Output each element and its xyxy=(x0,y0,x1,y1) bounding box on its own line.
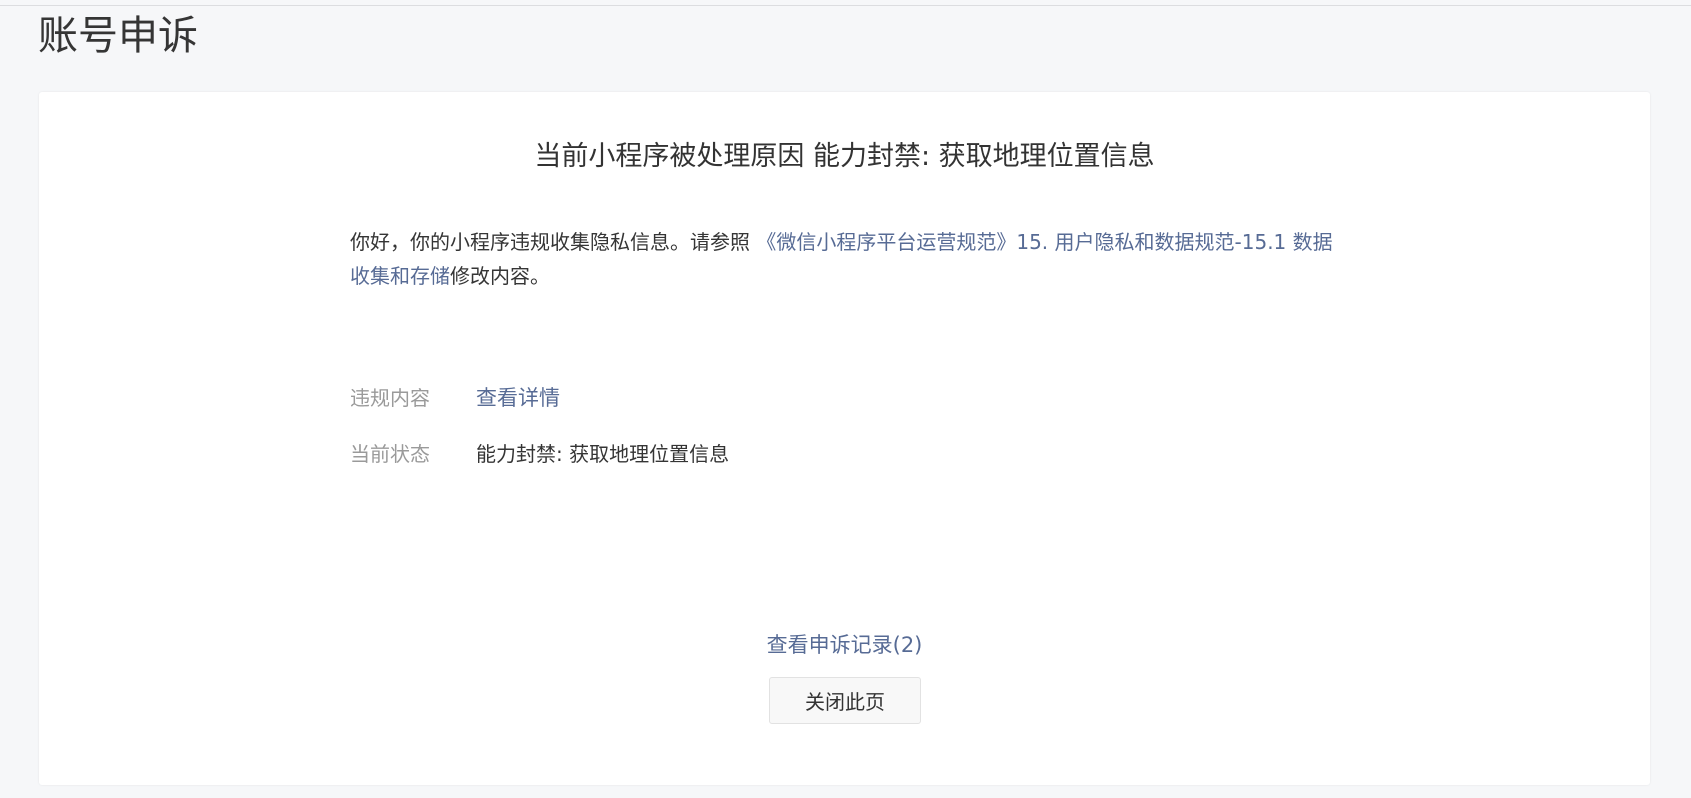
close-page-button[interactable]: 关闭此页 xyxy=(769,677,921,724)
violation-label: 违规内容 xyxy=(350,386,430,410)
view-details-link[interactable]: 查看详情 xyxy=(476,386,560,410)
status-row: 当前状态 能力封禁: 获取地理位置信息 xyxy=(350,439,729,469)
reason-title: 当前小程序被处理原因 能力封禁: 获取地理位置信息 xyxy=(534,141,1155,172)
notice-suffix: 修改内容。 xyxy=(450,264,550,288)
notice-text: 你好，你的小程序违规收集隐私信息。请参照 《微信小程序平台运营规范》15. 用户… xyxy=(350,225,1340,293)
status-label: 当前状态 xyxy=(350,442,430,466)
status-value: 能力封禁: 获取地理位置信息 xyxy=(476,442,730,466)
appeal-history-link[interactable]: 查看申诉记录(2) xyxy=(767,633,923,657)
appeal-card: 当前小程序被处理原因 能力封禁: 获取地理位置信息 你好，你的小程序违规收集隐私… xyxy=(39,92,1650,785)
top-divider xyxy=(0,5,1691,6)
violation-row: 违规内容 查看详情 xyxy=(350,383,560,413)
notice-prefix: 你好，你的小程序违规收集隐私信息。请参照 xyxy=(350,230,757,254)
history-link-container: 查看申诉记录(2) xyxy=(39,630,1650,660)
page-title: 账号申诉 xyxy=(38,13,198,59)
